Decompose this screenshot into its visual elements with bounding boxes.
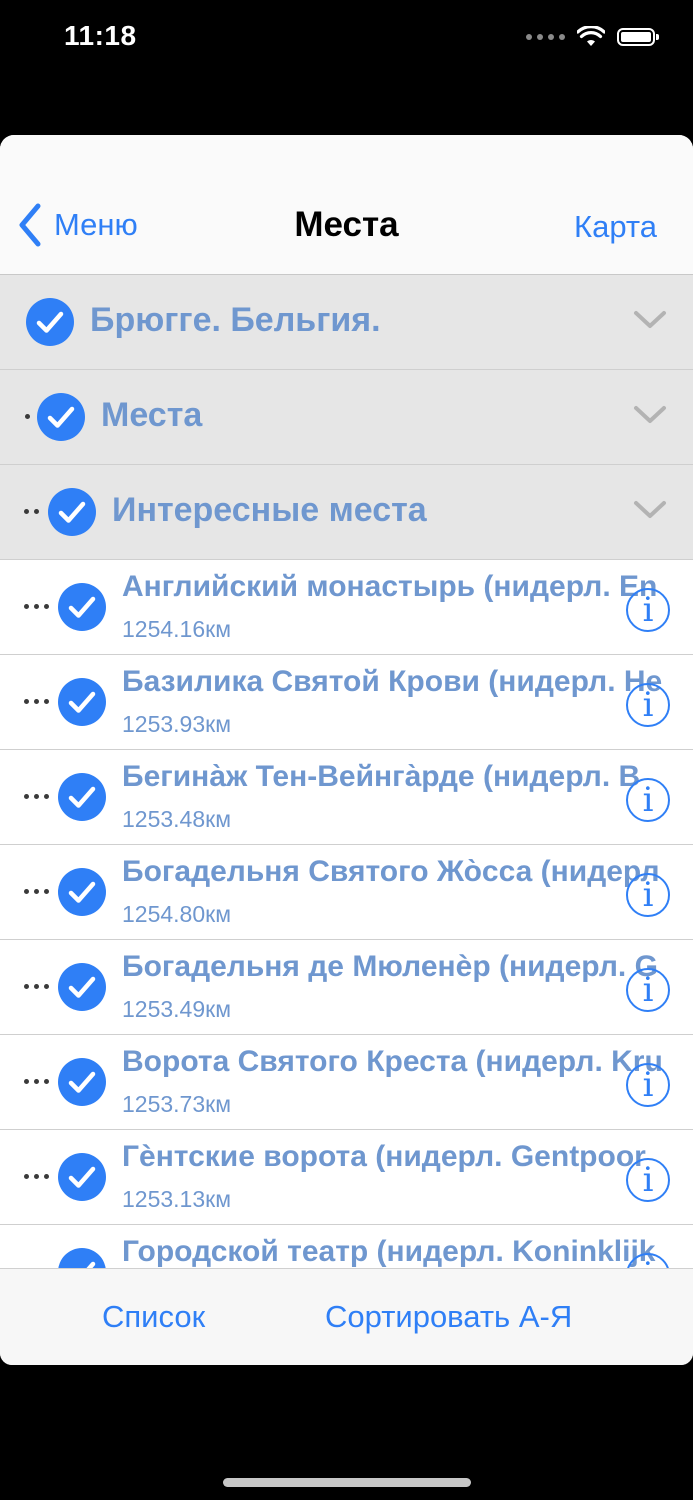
item-title: Базилика Святой Крови (нидерл. He <box>122 665 663 698</box>
indent-marker <box>24 1079 49 1084</box>
list-button[interactable]: Список <box>102 1299 205 1335</box>
checkmark-icon[interactable] <box>58 1153 106 1201</box>
places-list[interactable]: Брюгге. Бельгия. Места Интересные места … <box>0 275 693 1270</box>
indent-marker <box>24 604 49 609</box>
places-sheet: Меню Места Карта Брюгге. Бельгия. Места <box>0 135 693 1365</box>
map-button[interactable]: Карта <box>574 209 657 245</box>
cellular-signal-icon <box>526 34 565 40</box>
indent-marker <box>24 509 39 514</box>
item-title: Английский монастырь (нидерл. En <box>122 570 658 603</box>
group-row-places[interactable]: Места <box>0 370 693 465</box>
list-item[interactable]: Гѐнтские ворота (нидерл. Gentpoor 1253.1… <box>0 1130 693 1225</box>
chevron-down-icon[interactable] <box>633 309 667 331</box>
indent-marker <box>24 889 49 894</box>
list-item[interactable]: Городской театр (нидерл. Koninklijk i <box>0 1225 693 1270</box>
info-icon[interactable]: i <box>626 778 670 822</box>
group-row-city[interactable]: Брюгге. Бельгия. <box>0 275 693 370</box>
chevron-down-icon[interactable] <box>633 499 667 521</box>
checkmark-icon[interactable] <box>58 1058 106 1106</box>
list-item[interactable]: Английский монастырь (нидерл. En 1254.16… <box>0 560 693 655</box>
sort-button[interactable]: Сортировать А-Я <box>325 1299 572 1335</box>
group-label: Интересные места <box>112 491 427 529</box>
checkmark-icon[interactable] <box>58 1248 106 1270</box>
checkmark-icon[interactable] <box>58 583 106 631</box>
item-distance: 1253.48км <box>122 806 232 832</box>
home-indicator[interactable] <box>223 1478 471 1487</box>
bottom-toolbar: Список Сортировать А-Я <box>0 1268 693 1365</box>
info-icon[interactable]: i <box>626 1063 670 1107</box>
checkmark-icon[interactable] <box>48 488 96 536</box>
item-title: Бегина̀ж Тен-Вейнга̀рде (нидерл. B <box>122 760 641 793</box>
group-label: Места <box>101 396 203 434</box>
item-title: Ворота Святого Креста (нидерл. Kru <box>122 1045 663 1078</box>
info-icon[interactable]: i <box>626 968 670 1012</box>
item-distance: 1253.49км <box>122 996 232 1022</box>
info-icon[interactable]: i <box>626 873 670 917</box>
list-item[interactable]: Бегина̀ж Тен-Вейнга̀рде (нидерл. B 1253.… <box>0 750 693 845</box>
checkmark-icon[interactable] <box>58 963 106 1011</box>
status-icons <box>526 26 659 48</box>
indent-marker <box>25 414 30 419</box>
item-title: Гѐнтские ворота (нидерл. Gentpoor <box>122 1140 646 1173</box>
info-icon[interactable]: i <box>626 588 670 632</box>
indent-marker <box>24 984 49 989</box>
list-item[interactable]: Ворота Святого Креста (нидерл. Kru 1253.… <box>0 1035 693 1130</box>
wifi-icon <box>577 26 605 46</box>
group-row-interesting[interactable]: Интересные места <box>0 465 693 560</box>
item-distance: 1253.93км <box>122 711 232 737</box>
status-bar: 11:18 <box>0 0 693 80</box>
group-label: Брюгге. Бельгия. <box>90 301 381 339</box>
checkmark-icon[interactable] <box>58 678 106 726</box>
item-distance: 1253.13км <box>122 1186 232 1212</box>
item-distance: 1254.80км <box>122 901 232 927</box>
list-item[interactable]: Богадельня Святого Жо̀сса (нидерл 1254.8… <box>0 845 693 940</box>
checkmark-icon[interactable] <box>26 298 74 346</box>
indent-marker <box>24 1174 49 1179</box>
item-title: Городской театр (нидерл. Koninklijk <box>122 1235 656 1268</box>
checkmark-icon[interactable] <box>58 868 106 916</box>
item-distance: 1253.73км <box>122 1091 232 1117</box>
indent-marker <box>24 699 49 704</box>
item-title: Богадельня де Мюленѐр (нидерл. G <box>122 950 658 983</box>
item-distance: 1254.16км <box>122 616 232 642</box>
status-time: 11:18 <box>64 20 137 51</box>
checkmark-icon[interactable] <box>58 773 106 821</box>
battery-icon <box>617 28 659 46</box>
indent-marker <box>24 794 49 799</box>
info-icon[interactable]: i <box>626 683 670 727</box>
navigation-bar: Меню Места Карта <box>0 135 693 275</box>
chevron-down-icon[interactable] <box>633 404 667 426</box>
list-item[interactable]: Базилика Святой Крови (нидерл. He 1253.9… <box>0 655 693 750</box>
list-item[interactable]: Богадельня де Мюленѐр (нидерл. G 1253.49… <box>0 940 693 1035</box>
info-icon[interactable]: i <box>626 1158 670 1202</box>
item-title: Богадельня Святого Жо̀сса (нидерл <box>122 855 660 888</box>
checkmark-icon[interactable] <box>37 393 85 441</box>
